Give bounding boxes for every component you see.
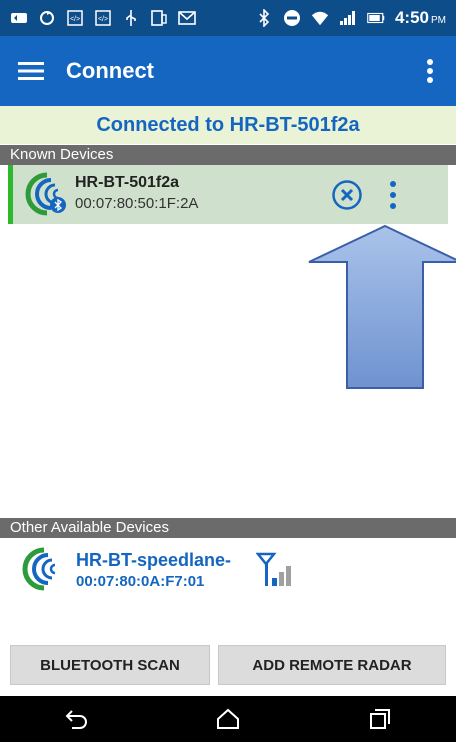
wifi-icon bbox=[311, 9, 329, 27]
status-bar: </> </> 4:50 PM bbox=[0, 0, 456, 36]
connection-status-banner: Connected to HR-BT-501f2a bbox=[0, 106, 456, 144]
known-devices-header: Known Devices bbox=[0, 145, 456, 165]
navigation-bar bbox=[0, 696, 456, 742]
radar-icon bbox=[22, 546, 68, 592]
home-icon[interactable] bbox=[213, 704, 243, 734]
status-ampm: PM bbox=[431, 15, 446, 26]
status-time: 4:50 bbox=[394, 8, 429, 27]
back-icon[interactable] bbox=[61, 704, 91, 734]
sync-icon bbox=[38, 9, 56, 27]
device-name: HR-BT-speedlane- bbox=[76, 550, 232, 570]
code-icon: </> bbox=[94, 9, 112, 27]
bluetooth-icon bbox=[255, 9, 273, 27]
device-mac: 00:07:80:0A:F7:01 bbox=[76, 573, 205, 590]
page-title: Connect bbox=[66, 58, 154, 83]
signal-strength-icon bbox=[255, 552, 300, 588]
device-name: HR-BT-501f2a bbox=[75, 174, 180, 191]
usb-icon bbox=[122, 9, 140, 27]
available-device-row[interactable]: HR-BT-speedlane- 00:07:80:0A:F7:01 bbox=[8, 538, 448, 604]
pointer-arrow-annotation bbox=[308, 224, 456, 389]
cell-signal-icon bbox=[339, 9, 357, 27]
app-bar: Connect bbox=[0, 36, 456, 106]
mail-icon bbox=[178, 9, 196, 27]
recent-apps-icon[interactable] bbox=[365, 704, 395, 734]
known-device-row[interactable]: HR-BT-501f2a 00:07:80:50:1F:2A bbox=[8, 165, 448, 224]
other-devices-header: Other Available Devices bbox=[0, 518, 456, 538]
add-remote-radar-button[interactable]: ADD REMOTE RADAR bbox=[218, 645, 446, 685]
code-icon: </> bbox=[66, 9, 84, 27]
svg-text:</>: </> bbox=[98, 16, 108, 23]
battery-icon bbox=[367, 9, 385, 27]
bluetooth-scan-button[interactable]: BLUETOOTH SCAN bbox=[10, 645, 210, 685]
device-more-vert-icon[interactable] bbox=[385, 179, 401, 211]
more-vert-icon[interactable] bbox=[418, 56, 442, 86]
svg-text:</>: </> bbox=[70, 16, 80, 23]
do-not-disturb-icon bbox=[283, 9, 301, 27]
disconnect-icon[interactable] bbox=[331, 179, 363, 211]
hamburger-menu-icon[interactable] bbox=[16, 56, 46, 86]
notification-icon bbox=[10, 9, 28, 27]
device-mac: 00:07:80:50:1F:2A bbox=[75, 195, 199, 212]
device-icon bbox=[150, 9, 168, 27]
clock: 4:50 PM bbox=[395, 8, 446, 28]
radar-bluetooth-icon bbox=[25, 171, 71, 217]
